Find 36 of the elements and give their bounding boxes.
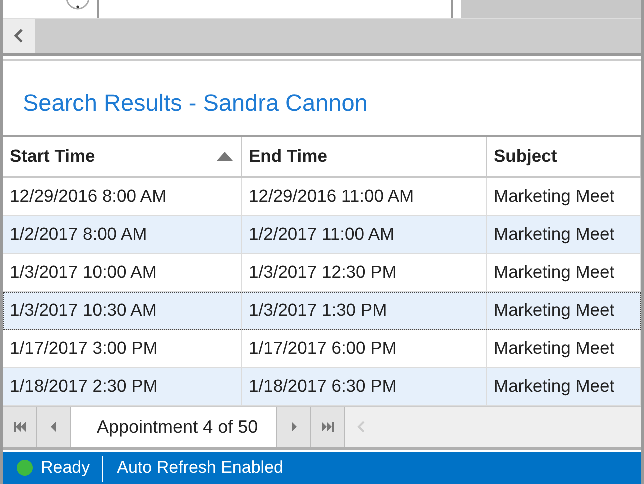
column-header[interactable]: End Time [242, 137, 487, 176]
table-cell: 12/29/2016 8:00 AM [3, 178, 242, 215]
table-row[interactable]: 1/18/2017 2:30 PM 1/18/2017 6:30 PM Marketing Meet [3, 368, 641, 406]
table-cell: 1/17/2017 3:00 PM [3, 330, 242, 367]
results-title: Search Results - Sandra Cannon [23, 90, 368, 116]
column-header[interactable]: Subject [487, 137, 641, 176]
sort-ascending-icon [217, 152, 233, 161]
scroll-left-button[interactable] [3, 19, 35, 53]
table-cell: Marketing Meet [487, 368, 641, 405]
table-cell: 1/18/2017 2:30 PM [3, 368, 242, 405]
status-dot-icon [17, 460, 33, 476]
last-page-button[interactable] [311, 407, 346, 447]
status-text: Ready [41, 458, 90, 478]
table-row[interactable]: 1/2/2017 8:00 AM 1/2/2017 11:00 AM Marketing Meet [3, 216, 641, 254]
first-icon [12, 421, 26, 433]
pager-label: Appointment 4 of 50 [71, 407, 278, 447]
status-text: Auto Refresh Enabled [117, 458, 284, 478]
last-icon [320, 421, 335, 433]
column-header[interactable]: Start Time [3, 137, 242, 176]
table-cell: Marketing Meet [487, 330, 641, 367]
first-page-button[interactable] [3, 407, 37, 447]
table-row[interactable]: 1/3/2017 10:30 AM 1/3/2017 1:30 PM Marketing Meet [3, 292, 641, 330]
table-cell: 1/3/2017 1:30 PM [242, 292, 487, 329]
table-cell: 1/3/2017 12:30 PM [242, 254, 487, 291]
table-cell: Marketing Meet [487, 216, 641, 253]
table-cell: 12/29/2016 11:00 AM [242, 178, 487, 215]
table-cell: Marketing Meet [487, 292, 641, 329]
table-cell: Marketing Meet [487, 254, 641, 291]
table-cell: 1/2/2017 11:00 AM [242, 216, 487, 253]
table-cell: 1/3/2017 10:00 AM [3, 254, 242, 291]
table-cell: 1/3/2017 10:30 AM [3, 292, 242, 329]
table-cell: 1/18/2017 6:30 PM [242, 368, 487, 405]
table-cell: 1/2/2017 8:00 AM [3, 216, 242, 253]
table-cell: 1/17/2017 6:00 PM [242, 330, 487, 367]
chevron-left-icon [14, 29, 24, 43]
table-cell: Marketing Meet [487, 178, 641, 215]
